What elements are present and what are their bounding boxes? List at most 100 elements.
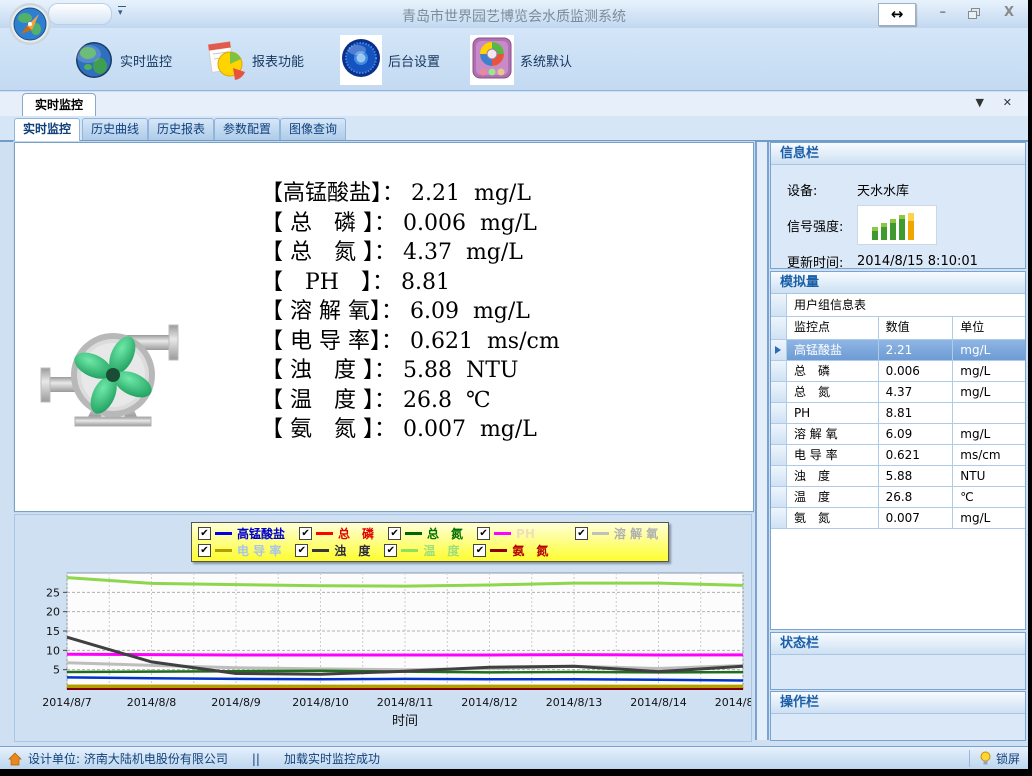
legend-checkbox[interactable]: ✔: [299, 527, 312, 540]
realtime-monitor-button[interactable]: 实时监控: [74, 36, 172, 84]
legend-item-ammonia[interactable]: ✔ 氨 氮: [473, 542, 548, 559]
legend-label: 总 氮: [427, 525, 463, 542]
tab-realtime-monitor[interactable]: 实时监控: [14, 118, 80, 141]
signal-bars-icon: [858, 210, 934, 244]
reading-permanganate: 【高锰酸盐】： 2.21 mg/L: [261, 179, 560, 209]
operation-section: 操作栏: [770, 691, 1026, 741]
table-title: 用户组信息表: [787, 294, 1025, 317]
icon-plate: [470, 35, 514, 85]
svg-text:20: 20: [46, 606, 60, 619]
designer-text: 设计单位: 济南大陆机电股份有限公司: [28, 750, 228, 767]
legend-label: PH: [516, 527, 535, 541]
legend-item-ph[interactable]: ✔ PH: [477, 527, 535, 541]
legend-checkbox[interactable]: ✔: [473, 544, 486, 557]
tab-history-report[interactable]: 历史报表: [148, 118, 214, 140]
restore-icon: [968, 8, 980, 19]
legend-checkbox[interactable]: ✔: [575, 527, 588, 540]
tab-image-query[interactable]: 图像查询: [280, 118, 346, 140]
lock-screen-label: 锁屏: [996, 750, 1020, 767]
user-group-table: 用户组信息表 监控点 数值 单位 高锰酸盐 2.21 mg/L 总 磷: [771, 294, 1025, 629]
side-panel: 信息栏 设备: 天水水库 信号强度: 更新时间:: [770, 142, 1026, 740]
legend-checkbox[interactable]: ✔: [198, 544, 211, 557]
table-row[interactable]: 浊 度 5.88 NTU: [771, 466, 1025, 487]
table-row[interactable]: 电 导 率 0.621 ms/cm: [771, 445, 1025, 466]
title-bar: ▾ 青岛市世界园艺博览会水质监测系统 ↔ – X: [0, 0, 1028, 29]
legend-item-turbidity[interactable]: ✔ 浊 度: [295, 542, 370, 559]
table-row[interactable]: PH 8.81: [771, 403, 1025, 424]
realtime-values-panel: 【高锰酸盐】： 2.21 mg/L 【 总 磷 】： 0.006 mg/L 【 …: [14, 142, 754, 512]
svg-text:2014/8/7: 2014/8/7: [42, 696, 91, 709]
table-row[interactable]: 溶 解 氧 6.09 mg/L: [771, 424, 1025, 445]
legend-checkbox[interactable]: ✔: [295, 544, 308, 557]
legend-item-total-phosphorus[interactable]: ✔ 总 磷: [299, 525, 374, 542]
legend-item-total-nitrogen[interactable]: ✔ 总 氮: [388, 525, 463, 542]
system-default-icon: [471, 36, 513, 80]
table-row[interactable]: 高锰酸盐 2.21 mg/L: [771, 340, 1025, 361]
analog-section-header[interactable]: 模拟量: [771, 272, 1025, 294]
legend-checkbox[interactable]: ✔: [198, 527, 211, 540]
info-section: 信息栏 设备: 天水水库 信号强度: 更新时间:: [770, 142, 1026, 269]
update-time-label: 更新时间:: [787, 252, 857, 271]
device-label: 设备:: [787, 180, 857, 199]
reading-temperature: 【 温 度 】： 26.8 ℃: [261, 386, 560, 416]
reading-total-phosphorus: 【 总 磷 】： 0.006 mg/L: [261, 209, 560, 239]
statusbar-separator: ||: [252, 752, 260, 766]
icon-plate: [340, 35, 382, 85]
status-section-header[interactable]: 状态栏: [771, 633, 1025, 655]
lock-screen-button[interactable]: 锁屏: [969, 750, 1020, 767]
ribbon-button-label: 实时监控: [120, 51, 172, 70]
legend-line-swatch: [312, 549, 329, 552]
legend-label: 高锰酸盐: [237, 525, 285, 542]
load-status-message: 加载实时监控成功: [284, 750, 380, 767]
legend-item-permanganate[interactable]: ✔ 高锰酸盐: [198, 525, 285, 542]
globe-icon: [74, 40, 114, 80]
close-button[interactable]: X: [1004, 6, 1014, 20]
tab-parameter-config[interactable]: 参数配置: [214, 118, 280, 140]
signal-strength-label: 信号强度:: [787, 216, 857, 235]
legend-label: 总 磷: [338, 525, 374, 542]
panel-splitter[interactable]: [755, 142, 769, 740]
update-time-value: 2014/8/15 8:10:01: [857, 254, 978, 269]
blue-disc-icon: [341, 36, 381, 80]
document-tab-strip: 实时监控 ▼ ✕: [0, 92, 1028, 117]
status-bar: 设计单位: 济南大陆机电股份有限公司 || 加载实时监控成功 锁屏: [0, 746, 1028, 769]
legend-item-conductivity[interactable]: ✔ 电 导 率: [198, 542, 281, 559]
minimize-button[interactable]: –: [940, 6, 947, 20]
operation-section-header[interactable]: 操作栏: [771, 692, 1025, 714]
legend-line-swatch: [215, 532, 232, 535]
reading-dissolved-oxygen: 【 溶 解 氧】： 6.09 mg/L: [261, 297, 560, 327]
info-section-header[interactable]: 信息栏: [771, 143, 1025, 165]
legend-item-temperature[interactable]: ✔ 温 度: [384, 542, 459, 559]
tab-close-icon[interactable]: ✕: [1003, 96, 1012, 109]
tab-list-dropdown-icon[interactable]: ▼: [976, 96, 984, 109]
selected-row-arrow-icon: [775, 346, 781, 354]
legend-checkbox[interactable]: ✔: [477, 527, 490, 540]
table-row[interactable]: 氨 氮 0.007 mg/L: [771, 508, 1025, 529]
device-value: 天水水库: [857, 180, 909, 199]
report-pie-icon: [204, 39, 246, 81]
legend-line-swatch: [592, 532, 609, 535]
reading-total-nitrogen: 【 总 氮 】： 4.37 mg/L: [261, 238, 560, 268]
table-row[interactable]: 温 度 26.8 ℃: [771, 487, 1025, 508]
resize-toggle-button[interactable]: ↔: [878, 3, 916, 26]
ribbon-button-label: 报表功能: [252, 51, 304, 70]
trend-chart: 5101520252014/8/72014/8/82014/8/92014/8/…: [21, 567, 751, 735]
svg-text:2014/8/14: 2014/8/14: [630, 696, 686, 709]
legend-checkbox[interactable]: ✔: [388, 527, 401, 540]
trend-chart-panel: ✔ 高锰酸盐 ✔ 总 磷 ✔ 总 氮 ✔ PH: [14, 514, 752, 742]
table-row[interactable]: 总 磷 0.006 mg/L: [771, 361, 1025, 382]
document-tab-realtime[interactable]: 实时监控: [22, 93, 96, 117]
backend-settings-button[interactable]: 后台设置: [340, 36, 440, 84]
restore-button[interactable]: [968, 8, 980, 23]
tab-history-curve[interactable]: 历史曲线: [82, 118, 148, 140]
legend-checkbox[interactable]: ✔: [384, 544, 397, 557]
legend-label: 溶 解 氧: [614, 525, 658, 542]
report-function-button[interactable]: 报表功能: [204, 36, 304, 84]
svg-text:25: 25: [46, 586, 60, 599]
legend-item-dissolved-oxygen[interactable]: ✔ 溶 解 氧: [575, 525, 658, 542]
compass-app-icon[interactable]: [8, 2, 52, 46]
svg-text:2014/8/13: 2014/8/13: [546, 696, 602, 709]
svg-text:10: 10: [46, 644, 60, 657]
table-row[interactable]: 总 氮 4.37 mg/L: [771, 382, 1025, 403]
system-default-button[interactable]: 系统默认: [470, 36, 572, 84]
